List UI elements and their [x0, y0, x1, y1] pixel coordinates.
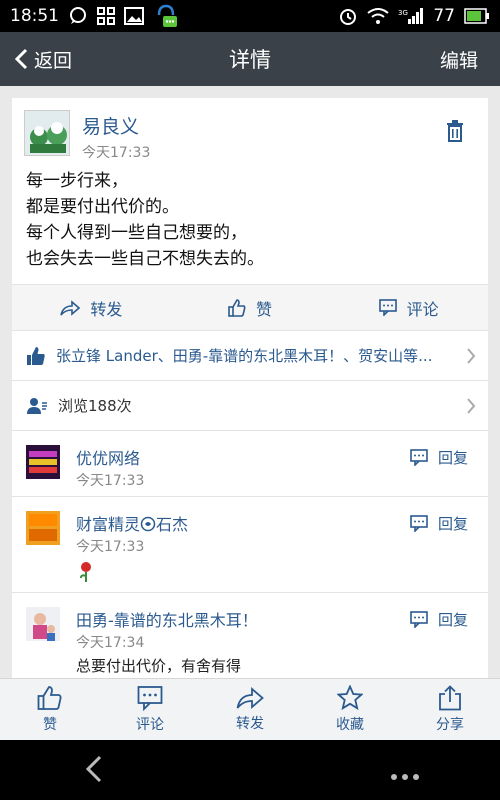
like-label: 赞	[256, 299, 273, 319]
rose-emoji-icon	[78, 561, 94, 587]
status-bar: 18:51 3G 77	[0, 0, 500, 32]
reply-button[interactable]: 回复	[410, 513, 468, 534]
signal-icon: 3G	[398, 7, 424, 25]
bottom-action-bar: 赞 评论 转发 收藏 分享	[0, 678, 500, 740]
tab-forward[interactable]: 转发	[200, 679, 300, 740]
comment-icon	[410, 449, 428, 466]
comment-time: 今天17:33	[76, 539, 145, 555]
post-header: 易良义 今天17:33	[12, 98, 488, 161]
post-actions: 转发 赞 评论	[12, 284, 488, 330]
forward-button[interactable]: 转发	[12, 296, 171, 320]
spirit-icon	[140, 516, 156, 532]
tab-favorite-label: 收藏	[336, 717, 364, 733]
grid-icon	[97, 7, 115, 25]
wifi-icon	[367, 7, 389, 25]
reply-label: 回复	[437, 515, 468, 533]
battery-level: 77	[433, 6, 455, 26]
back-button[interactable]: 返回	[14, 32, 72, 86]
post-text: 每一步行来， 都是要付出代价的。 每个人得到一些自己想要的， 也会失去一些自己不…	[12, 158, 488, 284]
back-label: 返回	[34, 49, 73, 72]
trash-icon	[447, 120, 463, 142]
post-line: 每个人得到一些自己想要的，	[26, 223, 247, 243]
tab-comment-label: 评论	[136, 717, 164, 733]
tab-share-label: 分享	[436, 717, 464, 733]
system-navigation-bar	[0, 740, 500, 800]
commenter-avatar[interactable]	[26, 511, 60, 545]
commenter-name[interactable]: 优优网络	[76, 445, 140, 469]
commenter-name[interactable]: 田勇-靠谱的东北黑木耳！	[76, 607, 258, 631]
author-avatar[interactable]	[24, 110, 70, 156]
svg-text:3G: 3G	[398, 9, 408, 17]
comment-item: 财富精灵 石杰 今天17:33 回复	[12, 496, 488, 592]
tab-like[interactable]: 赞	[0, 679, 100, 740]
likes-row[interactable]: 张立锋 Lander、田勇-靠谱的东北黑木耳！、贺安山等...	[12, 330, 488, 380]
alarm-icon	[338, 6, 358, 26]
system-menu-button[interactable]	[390, 766, 420, 785]
reply-label: 回复	[437, 449, 468, 467]
comment-label: 评论	[406, 299, 439, 319]
reply-label: 回复	[437, 611, 468, 629]
tab-forward-label: 转发	[236, 716, 264, 732]
comment-item: 田勇-靠谱的东北黑木耳！ 今天17:34 回复 总要付出代价，有舍有得	[12, 592, 488, 678]
chevron-right-icon	[467, 398, 476, 414]
likes-text: 张立锋 Lander、田勇-靠谱的东北黑木耳！、贺安山等...	[56, 347, 433, 365]
commenter-avatar[interactable]	[26, 607, 60, 641]
tab-comment[interactable]: 评论	[100, 679, 200, 740]
chevron-left-icon	[85, 755, 102, 783]
views-text: 浏览188次	[58, 397, 132, 415]
status-time: 18:51	[10, 6, 59, 26]
comment-text: 总要付出代价，有舍有得	[76, 657, 242, 675]
comment-icon	[410, 611, 428, 628]
thumbs-up-icon	[228, 298, 246, 317]
content-area[interactable]: 易良义 今天17:33 每一步行来， 都是要付出代价的。 每个人得到一些自己想要…	[0, 86, 500, 678]
tab-like-label: 赞	[43, 717, 57, 733]
app-notification-icon	[153, 3, 179, 29]
reply-button[interactable]: 回复	[410, 447, 468, 468]
comment-icon	[378, 299, 397, 316]
forward-icon	[60, 299, 81, 316]
views-row[interactable]: 浏览188次	[12, 380, 488, 430]
more-dots-icon	[391, 774, 419, 780]
comment-time: 今天17:34	[76, 635, 145, 651]
like-button[interactable]: 赞	[171, 296, 330, 320]
chevron-right-icon	[467, 348, 476, 364]
navigation-bar: 返回 详情 编辑	[0, 32, 500, 86]
comment-time: 今天17:33	[76, 473, 145, 489]
post-line: 都是要付出代价的。	[26, 197, 179, 217]
users-icon	[27, 397, 47, 414]
star-icon	[337, 685, 363, 711]
post-time: 今天17:33	[82, 145, 151, 161]
comment-item: 优优网络 今天17:33 回复	[12, 430, 488, 496]
image-icon	[124, 7, 144, 25]
post-card: 易良义 今天17:33 每一步行来， 都是要付出代价的。 每个人得到一些自己想要…	[12, 98, 488, 678]
commenter-name-part: 财富精灵	[76, 515, 141, 534]
post-line: 也会失去一些自己不想失去的。	[26, 249, 264, 269]
tab-share[interactable]: 分享	[400, 679, 500, 740]
comment-icon	[410, 515, 428, 532]
post-line: 每一步行来，	[26, 171, 128, 191]
page-title: 详情	[229, 48, 271, 72]
author-name[interactable]: 易良义	[82, 112, 139, 139]
share-icon	[439, 685, 461, 711]
chat-bubble-icon	[68, 6, 88, 26]
edit-button[interactable]: 编辑	[440, 32, 478, 86]
forward-label: 转发	[90, 299, 123, 319]
tab-favorite[interactable]: 收藏	[300, 679, 400, 740]
comment-icon	[137, 686, 163, 711]
forward-icon	[236, 687, 264, 709]
chevron-left-icon	[14, 48, 28, 70]
comment-button[interactable]: 评论	[329, 296, 488, 320]
commenter-name-suffix: 石杰	[156, 515, 189, 534]
battery-icon	[464, 8, 490, 24]
commenter-avatar[interactable]	[26, 445, 60, 479]
thumbs-up-filled-icon	[27, 346, 45, 365]
reply-button[interactable]: 回复	[410, 609, 468, 630]
delete-button[interactable]	[446, 120, 464, 146]
thumbs-up-icon	[37, 686, 62, 710]
commenter-name[interactable]: 财富精灵 石杰	[76, 511, 188, 535]
system-back-button[interactable]	[84, 754, 104, 788]
